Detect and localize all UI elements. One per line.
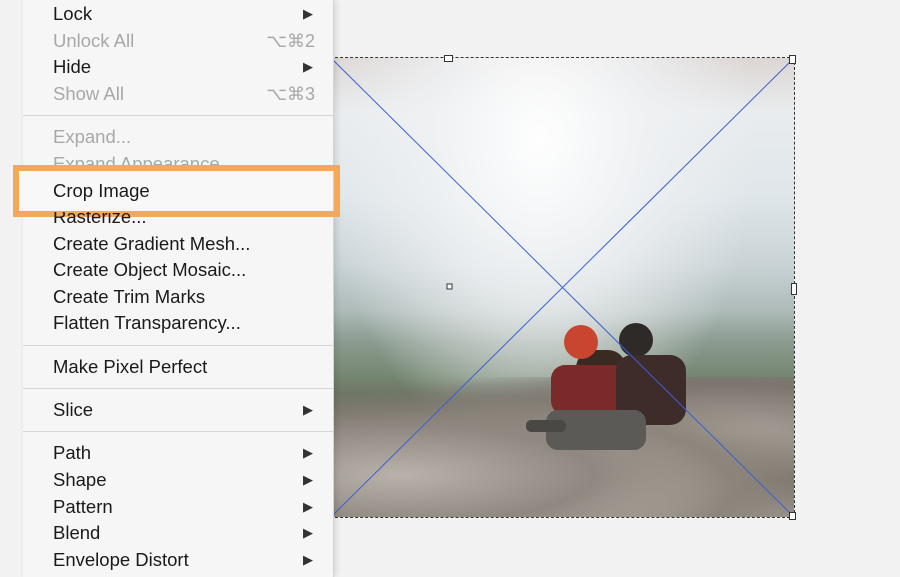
highlight-box bbox=[13, 165, 340, 217]
shortcut-label: ⌥⌘3 bbox=[266, 84, 315, 104]
menu-separator bbox=[23, 115, 333, 116]
menu-item-hide[interactable]: Hide bbox=[53, 54, 91, 80]
submenu-arrow-icon: ▶ bbox=[303, 59, 313, 74]
menu-item-label: Unlock All bbox=[53, 30, 135, 51]
menu-item-lock[interactable]: Lock bbox=[53, 1, 92, 27]
placed-image[interactable] bbox=[330, 57, 795, 518]
menu-item-label: Show All bbox=[53, 83, 124, 104]
menu-item-show-all: Show All bbox=[53, 81, 124, 107]
menu-item-unlock-all: Unlock All bbox=[53, 28, 134, 54]
menu-item-expand: Expand... bbox=[53, 124, 131, 150]
submenu-arrow-icon: ▶ bbox=[303, 6, 313, 21]
menu-item-label: Lock bbox=[53, 3, 93, 24]
menu-item-label: Hide bbox=[53, 56, 92, 77]
resize-handle-top-right[interactable] bbox=[789, 55, 796, 64]
shortcut-label: ⌥⌘2 bbox=[266, 31, 315, 51]
object-menu: Lock ▶ Unlock All ⌥⌘2 Hide ▶ Show All ⌥⌘… bbox=[23, 0, 334, 577]
resize-handle-bottom-right[interactable] bbox=[789, 512, 796, 520]
resize-handle-right[interactable] bbox=[791, 283, 797, 295]
image-couple bbox=[526, 323, 686, 450]
menu-item-label: Expand... bbox=[53, 126, 132, 147]
resize-handle-top[interactable] bbox=[444, 55, 453, 62]
